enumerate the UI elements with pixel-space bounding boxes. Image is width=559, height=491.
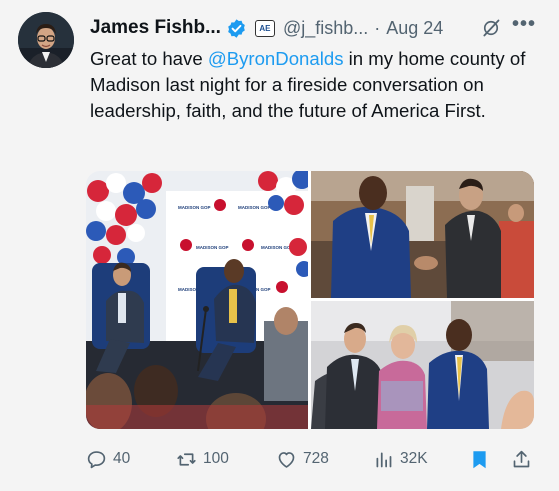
tweet-text: Great to have @ByronDonalds in my home c…: [90, 46, 550, 124]
photo-fireside-stage[interactable]: MADISON GOP MADISON GOP MADISON GOP MADI…: [86, 171, 308, 429]
bookmark-button[interactable]: [469, 444, 496, 474]
views-button[interactable]: 32K: [373, 444, 428, 474]
repost-count: 100: [203, 450, 229, 467]
verified-badge-icon: [228, 18, 245, 38]
mention-link[interactable]: @ByronDonalds: [208, 48, 344, 69]
photo-group[interactable]: [311, 301, 534, 429]
reply-icon: [87, 450, 106, 468]
author-name[interactable]: James Fishb...: [90, 17, 221, 39]
bookmark-icon: [473, 450, 486, 468]
tweet-date[interactable]: Aug 24: [386, 18, 443, 39]
affiliation-badge-icon[interactable]: AE: [254, 19, 275, 37]
views-count: 32K: [400, 450, 428, 467]
action-bar: 40 100 728 32K: [0, 444, 559, 474]
more-icon[interactable]: •••: [512, 13, 536, 36]
views-icon: [376, 452, 392, 467]
reply-button[interactable]: 40: [86, 444, 130, 474]
like-icon: [278, 451, 295, 468]
grok-icon[interactable]: [481, 18, 501, 38]
separator-dot: ·: [374, 17, 381, 38]
share-button[interactable]: [511, 444, 538, 474]
backdrop-text-3: MADISON GOP: [196, 245, 229, 250]
media-grid: MADISON GOP MADISON GOP MADISON GOP MADI…: [86, 171, 534, 429]
backdrop-text-1: MADISON GOP: [178, 205, 211, 210]
repost-button[interactable]: 100: [176, 444, 229, 474]
backdrop-text-4: MADISON GOP: [261, 245, 294, 250]
tweet-text-before: Great to have: [90, 48, 208, 69]
avatar[interactable]: [18, 12, 74, 68]
like-button[interactable]: 728: [276, 444, 329, 474]
tweet-header: James Fishb... AE @j_fishb... · Aug 24: [90, 16, 443, 40]
share-icon: [513, 450, 530, 467]
photo-handshake[interactable]: [311, 171, 534, 298]
repost-icon: [177, 452, 196, 466]
author-handle[interactable]: @j_fishb...: [283, 18, 368, 39]
reply-count: 40: [113, 450, 131, 467]
like-count: 728: [303, 450, 329, 467]
backdrop-text-2: MADISON GOP: [238, 205, 271, 210]
tweet: James Fishb... AE @j_fishb... · Aug 24 •…: [0, 0, 559, 491]
